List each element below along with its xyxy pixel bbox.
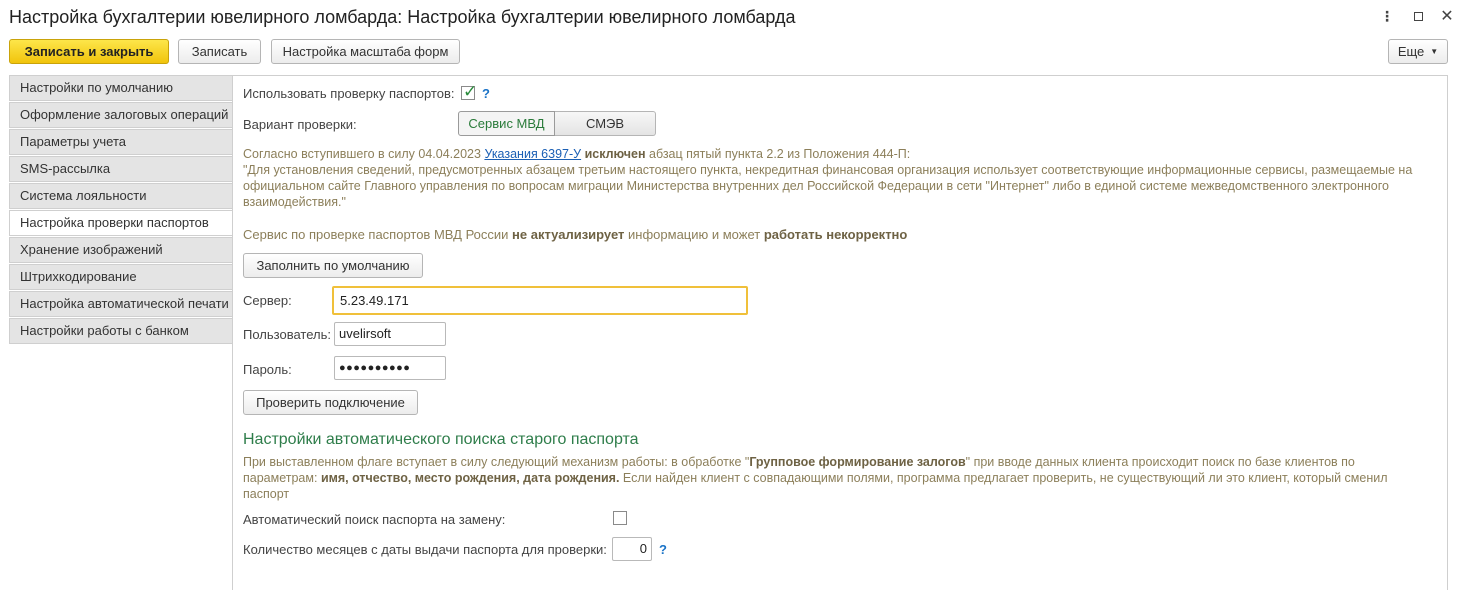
service-warning-text: Сервис по проверке паспортов МВД России …	[243, 227, 1438, 243]
sidebar-item-accounting-params[interactable]: Параметры учета	[9, 129, 233, 155]
user-input[interactable]: uvelirsoft	[334, 322, 446, 346]
desc-text-part: При выставленном флаге вступает в силу с…	[243, 455, 750, 469]
help-icon[interactable]: ?	[482, 86, 490, 101]
sidebar-item-sms[interactable]: SMS-рассылка	[9, 156, 233, 182]
sidebar-item-auto-print[interactable]: Настройка автоматической печати	[9, 291, 233, 317]
desc-bold: имя, отчество, место рождения, дата рожд…	[320, 471, 620, 485]
sidebar-item-image-storage[interactable]: Хранение изображений	[9, 237, 233, 263]
check-variant-toggle: Сервис МВД СМЭВ	[458, 111, 656, 136]
warning-bold: работать некорректно	[763, 227, 908, 242]
auto-search-description: При выставленном флаге вступает в силу с…	[243, 454, 1423, 502]
password-label: Пароль:	[243, 362, 292, 377]
warning-bold: не актуализирует	[512, 227, 625, 242]
use-passport-check-label: Использовать проверку паспортов:	[243, 86, 455, 101]
settings-sidebar: Настройки по умолчанию Оформление залого…	[9, 75, 233, 345]
info-bold-excluded: исключен	[581, 147, 646, 161]
sidebar-item-defaults[interactable]: Настройки по умолчанию	[9, 75, 233, 101]
variant-smev-option[interactable]: СМЭВ	[555, 111, 656, 136]
fill-default-button[interactable]: Заполнить по умолчанию	[243, 253, 423, 278]
checkmark-icon: ✓	[463, 82, 478, 101]
info-text-part: абзац пятый пункта 2.2 из Положения 444-…	[645, 147, 911, 161]
maximize-icon[interactable]	[1411, 8, 1425, 24]
sidebar-item-loyalty[interactable]: Система лояльности	[9, 183, 233, 209]
regulation-link[interactable]: Указания 6397-У	[484, 147, 581, 161]
more-options-icon[interactable]: ⋮	[1380, 8, 1394, 25]
regulation-info-text: Согласно вступившего в силу 04.04.2023 У…	[243, 146, 1438, 210]
chevron-down-icon: ▼	[1430, 47, 1439, 56]
sidebar-item-pledge-operations[interactable]: Оформление залоговых операций	[9, 102, 233, 128]
months-label: Количество месяцев с даты выдачи паспорт…	[243, 542, 607, 557]
warning-text-part: информацию и может	[624, 227, 764, 242]
use-passport-check-checkbox[interactable]: ✓	[461, 82, 477, 103]
user-label: Пользователь:	[243, 327, 331, 342]
sidebar-item-passport-check[interactable]: Настройка проверки паспортов	[9, 210, 233, 236]
password-input[interactable]: ●●●●●●●●●●	[334, 356, 446, 380]
months-help-icon[interactable]: ?	[659, 542, 667, 557]
warning-text-part: Сервис по проверке паспортов МВД России	[243, 227, 513, 242]
info-text-part: Согласно вступившего в силу 04.04.2023	[243, 147, 485, 161]
server-label: Сервер:	[243, 293, 292, 308]
sidebar-item-barcoding[interactable]: Штрихкодирование	[9, 264, 233, 290]
save-button[interactable]: Записать	[178, 39, 261, 64]
auto-search-section-title: Настройки автоматического поиска старого…	[243, 431, 639, 448]
form-scale-button[interactable]: Настройка масштаба форм	[271, 39, 460, 64]
close-icon[interactable]: ✕	[1440, 6, 1454, 26]
months-input[interactable]: 0	[612, 537, 652, 561]
check-connection-button[interactable]: Проверить подключение	[243, 390, 418, 415]
auto-search-checkbox[interactable]	[613, 511, 627, 528]
window-title: Настройка бухгалтерии ювелирного ломбард…	[9, 7, 796, 27]
sidebar-item-bank[interactable]: Настройки работы с банком	[9, 318, 233, 344]
check-variant-label: Вариант проверки:	[243, 117, 357, 132]
variant-mvd-option[interactable]: Сервис МВД	[458, 111, 555, 136]
save-and-close-button[interactable]: Записать и закрыть	[9, 39, 169, 64]
server-input[interactable]: 5.23.49.171	[332, 286, 748, 315]
more-button-label: Еще	[1397, 44, 1425, 59]
info-quote: "Для установления сведений, предусмотрен…	[243, 163, 1413, 209]
desc-bold: Групповое формирование залогов	[749, 455, 966, 469]
more-button[interactable]: Еще ▼	[1388, 39, 1448, 64]
auto-search-label: Автоматический поиск паспорта на замену:	[243, 512, 506, 527]
